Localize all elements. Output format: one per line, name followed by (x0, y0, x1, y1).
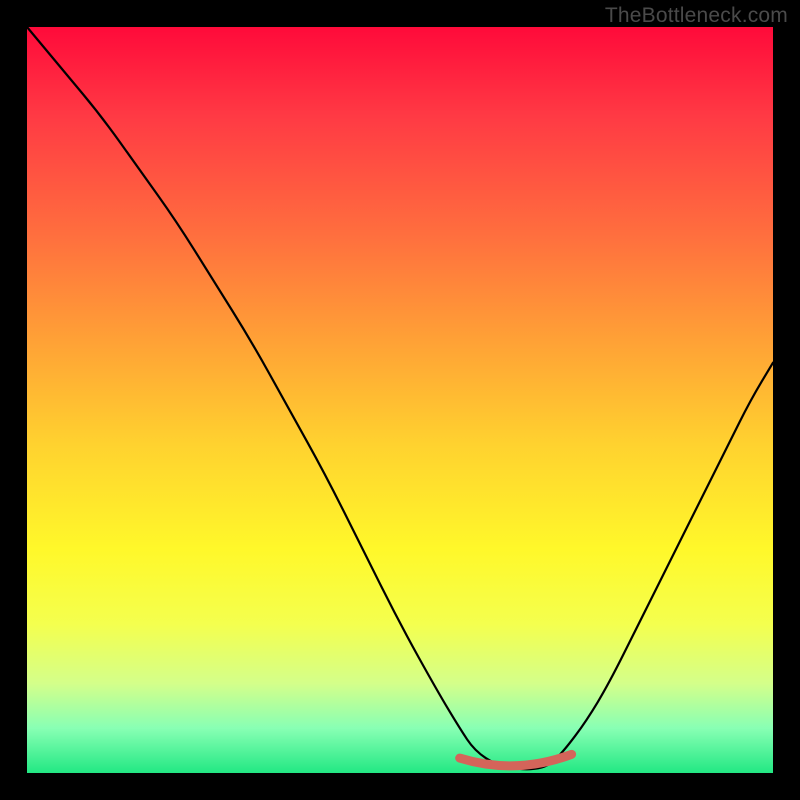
watermark-text: TheBottleneck.com (605, 4, 788, 28)
chart-plot-area (27, 27, 773, 773)
chart-svg (27, 27, 773, 773)
trough-highlight (460, 754, 572, 765)
bottleneck-curve (27, 27, 773, 769)
